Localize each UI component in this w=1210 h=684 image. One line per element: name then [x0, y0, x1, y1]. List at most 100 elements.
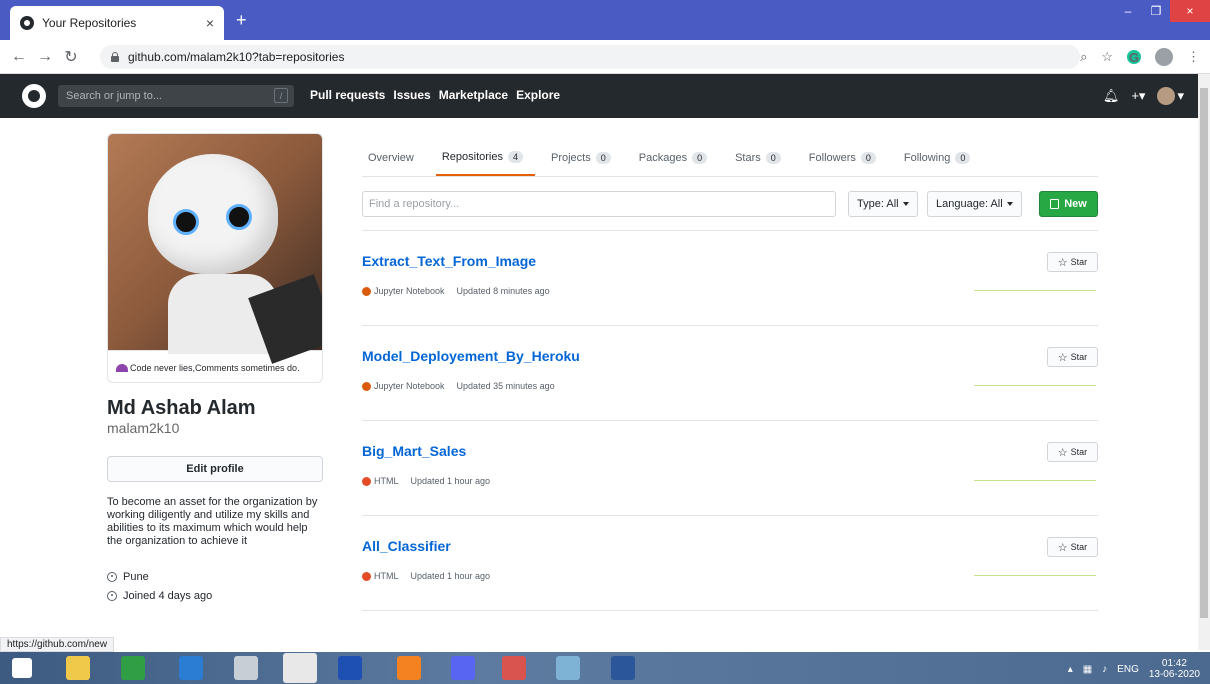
location-text: Pune	[123, 571, 149, 583]
repo-name-link[interactable]: Extract_Text_From_Image	[362, 253, 536, 269]
repo-updated: Updated 35 minutes ago	[456, 381, 555, 391]
browser-profile-icon[interactable]	[1155, 48, 1173, 66]
nav-explore[interactable]: Explore	[516, 88, 560, 102]
repo-language: Jupyter Notebook	[374, 286, 445, 296]
new-repository-button[interactable]: New	[1039, 191, 1098, 217]
tab-stars[interactable]: Stars 0	[729, 140, 793, 176]
repo-updated: Updated 8 minutes ago	[456, 286, 550, 296]
notification-bell-icon[interactable]: 🔔︎	[1103, 88, 1120, 104]
star-button[interactable]: ☆ Star	[1047, 537, 1098, 557]
store-icon[interactable]	[121, 656, 145, 680]
jupyter-icon[interactable]	[397, 656, 421, 680]
star-icon: ☆	[1057, 256, 1068, 269]
discord-icon[interactable]	[451, 656, 475, 680]
star-button[interactable]: ☆ Star	[1047, 252, 1098, 272]
network-icon[interactable]: ▦	[1083, 664, 1092, 675]
profile-status-text: Code never lies,Comments sometimes do.	[130, 362, 300, 373]
git-tool-icon[interactable]	[502, 656, 526, 680]
input-language[interactable]: ENG	[1117, 664, 1139, 675]
system-clock[interactable]: 01:42 13-06-2020	[1149, 658, 1200, 680]
github-search-input[interactable]: Search or jump to... /	[58, 85, 294, 107]
app-icon[interactable]	[234, 656, 258, 680]
scrollbar-thumb[interactable]	[1200, 88, 1208, 618]
minimize-button[interactable]: –	[1114, 0, 1142, 22]
link-status-url: https://github.com/new	[0, 637, 115, 652]
tab-close-icon[interactable]: ×	[206, 15, 214, 31]
window-controls: – ❐ ×	[1114, 0, 1210, 22]
tab-followers[interactable]: Followers 0	[803, 140, 888, 176]
find-repository-input[interactable]	[362, 191, 836, 217]
window-close-button[interactable]: ×	[1170, 0, 1210, 22]
user-avatar-icon[interactable]	[1157, 87, 1176, 105]
app-icon[interactable]	[556, 656, 580, 680]
repo-list-item: All_Classifier HTML Updated 1 hour ago ☆…	[362, 516, 1098, 611]
omnibox[interactable]: github.com/malam2k10?tab=repositories	[100, 45, 1080, 69]
caret-down-icon	[1006, 202, 1013, 206]
edit-profile-button[interactable]: Edit profile	[107, 456, 323, 482]
url-text: github.com/malam2k10?tab=repositories	[128, 50, 345, 64]
search-placeholder: Search or jump to...	[66, 90, 162, 102]
browser-menu-icon[interactable]: ⋮	[1187, 49, 1200, 65]
profile-avatar-card[interactable]: Code never lies,Comments sometimes do.	[107, 133, 323, 383]
tab-label: Projects	[551, 152, 591, 164]
volume-icon[interactable]: ♪	[1102, 664, 1107, 675]
windows-taskbar: ▴ ▦ ♪ ENG 01:42 13-06-2020	[0, 652, 1210, 684]
repo-name-link[interactable]: Big_Mart_Sales	[362, 443, 466, 459]
shield-icon[interactable]	[338, 656, 362, 680]
grammarly-extension-icon[interactable]: G	[1127, 50, 1141, 65]
tab-count: 0	[955, 152, 971, 164]
tab-overview[interactable]: Overview	[362, 140, 426, 176]
umbrella-icon	[116, 363, 128, 372]
tab-label: Followers	[808, 152, 856, 164]
create-new-dropdown[interactable]: +▾	[1131, 88, 1145, 104]
nav-issues[interactable]: Issues	[393, 88, 430, 102]
profile-avatar-image	[108, 134, 322, 364]
nav-marketplace[interactable]: Marketplace	[439, 88, 508, 102]
search-shortcut-key: /	[274, 88, 288, 103]
windows-start-icon[interactable]	[12, 658, 32, 678]
repo-updated: Updated 1 hour ago	[410, 571, 491, 581]
word-icon[interactable]	[611, 656, 635, 680]
profile-bio: To become an asset for the organization …	[107, 496, 318, 547]
page-scrollbar[interactable]	[1198, 74, 1210, 650]
language-color-dot	[362, 286, 371, 296]
bookmark-star-icon[interactable]: ☆	[1101, 49, 1113, 65]
location-pin-icon	[107, 572, 117, 582]
repo-name-link[interactable]: All_Classifier	[362, 538, 451, 554]
tab-label: Overview	[368, 152, 414, 164]
clock-time: 01:42	[1161, 658, 1187, 669]
tab-count: 4	[507, 151, 523, 163]
repo-meta: HTML Updated 1 hour ago	[362, 571, 490, 581]
forward-icon[interactable]: →	[32, 48, 58, 66]
tab-packages[interactable]: Packages 0	[633, 140, 719, 176]
repo-name-link[interactable]: Model_Deployement_By_Heroku	[362, 348, 580, 364]
tab-label: Packages	[638, 152, 688, 164]
tab-following[interactable]: Following 0	[898, 140, 982, 176]
star-button[interactable]: ☆ Star	[1047, 442, 1098, 462]
star-button[interactable]: ☆ Star	[1047, 347, 1098, 367]
github-nav: Pull requests Issues Marketplace Explore	[310, 88, 560, 102]
tab-count: 0	[765, 152, 781, 164]
file-explorer-icon[interactable]	[66, 656, 90, 680]
new-button-label: New	[1064, 198, 1087, 210]
language-filter-dropdown[interactable]: Language: All	[927, 191, 1022, 217]
tab-repositories[interactable]: Repositories 4	[435, 140, 535, 176]
nav-pull-requests[interactable]: Pull requests	[310, 88, 385, 102]
reload-icon[interactable]: ↻	[58, 47, 84, 67]
tab-projects[interactable]: Projects 0	[545, 140, 623, 176]
chrome-taskbar-icon[interactable]	[283, 653, 317, 683]
type-filter-dropdown[interactable]: Type: All	[848, 191, 918, 217]
activity-sparkline	[974, 480, 1096, 481]
star-icon: ☆	[1057, 541, 1068, 554]
github-logo-icon[interactable]	[22, 84, 46, 108]
new-tab-button[interactable]: +	[236, 10, 247, 31]
zoom-icon[interactable]: ⌕	[1080, 49, 1087, 65]
restore-button[interactable]: ❐	[1142, 0, 1170, 22]
tray-chevron-icon[interactable]: ▴	[1068, 664, 1073, 675]
browser-tab[interactable]: Your Repositories ×	[10, 6, 224, 40]
vscode-icon[interactable]	[179, 656, 203, 680]
back-icon[interactable]: ←	[6, 48, 32, 66]
repo-language: HTML	[374, 571, 399, 581]
repo-meta: HTML Updated 1 hour ago	[362, 476, 490, 486]
avatar-caret-icon[interactable]: ▾	[1177, 88, 1184, 104]
